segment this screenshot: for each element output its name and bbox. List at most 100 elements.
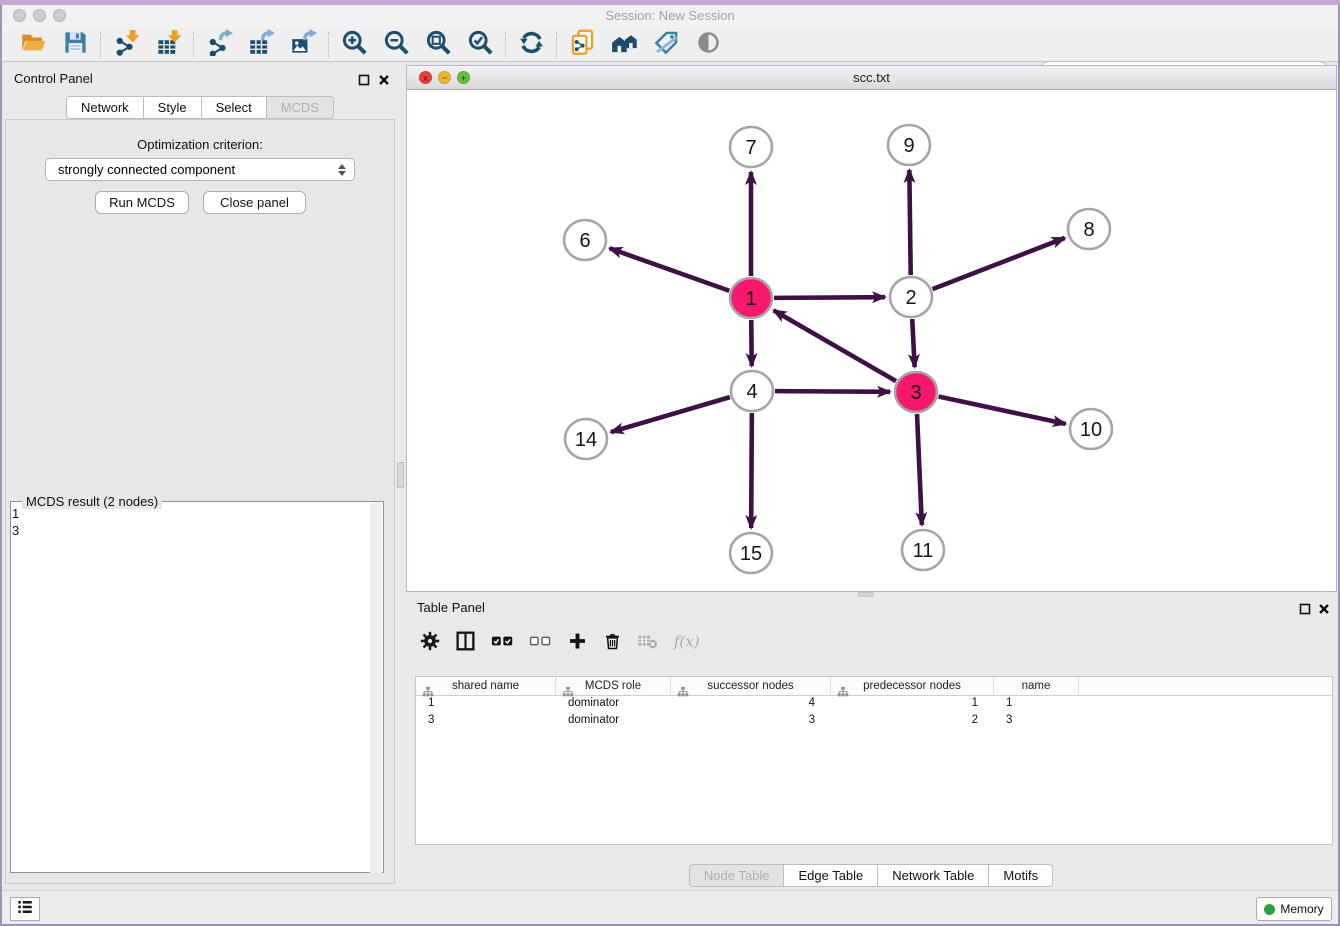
table-panel-close-icon[interactable]	[1318, 602, 1331, 615]
add-column-button[interactable]	[567, 630, 588, 656]
open-folder-icon	[20, 29, 47, 61]
tab-network-table[interactable]: Network Table	[878, 864, 989, 887]
control-panel-close-icon[interactable]	[378, 73, 391, 86]
node-label: 15	[740, 543, 762, 565]
cell-name: 3	[994, 713, 1079, 730]
open-folder-button[interactable]	[17, 30, 49, 60]
delete-table-icon	[637, 629, 658, 658]
result-scrollbar[interactable]	[370, 503, 382, 873]
table-row[interactable]: 3dominator323	[416, 713, 1332, 730]
network-window-title: scc.txt	[407, 70, 1336, 85]
node-6[interactable]: 6	[564, 220, 606, 260]
edge-1-6[interactable]	[610, 248, 730, 290]
zoom-fit-button[interactable]	[422, 30, 454, 60]
node-3[interactable]: 3	[895, 372, 937, 412]
node-8[interactable]: 8	[1068, 209, 1110, 249]
criterion-select[interactable]: strongly connected component	[45, 158, 355, 181]
edge-2-3[interactable]	[912, 319, 914, 367]
tab-select[interactable]: Select	[202, 96, 267, 119]
close-panel-button[interactable]: Close panel	[203, 191, 306, 214]
gear-icon	[420, 629, 440, 658]
tab-node-table[interactable]: Node Table	[689, 864, 785, 887]
zoom-selected-button[interactable]	[464, 30, 496, 60]
export-network-button[interactable]	[203, 30, 235, 60]
refresh-button[interactable]	[515, 30, 547, 60]
gear-button[interactable]	[420, 630, 440, 656]
import-table-button[interactable]	[152, 30, 184, 60]
columns-button[interactable]	[455, 630, 476, 656]
main-toolbar	[0, 28, 1340, 62]
memory-button[interactable]: Memory	[1256, 897, 1332, 921]
eye-button[interactable]	[692, 30, 724, 60]
vertical-splitter-grip[interactable]	[397, 462, 404, 488]
tab-edge-table[interactable]: Edge Table	[784, 864, 878, 887]
cell-name: 1	[994, 696, 1079, 713]
edge-4-15[interactable]	[751, 413, 752, 528]
node-10[interactable]: 10	[1070, 409, 1112, 449]
select-all-button[interactable]	[491, 630, 514, 656]
control-panel-float-icon[interactable]	[358, 73, 371, 86]
window-top-strip	[0, 0, 1340, 5]
column-header-filler	[1079, 677, 1332, 695]
node-2[interactable]: 2	[890, 277, 932, 317]
node-label: 9	[903, 135, 914, 157]
tab-network[interactable]: Network	[66, 96, 144, 119]
mcds-result-lines: 13	[12, 505, 19, 539]
save-button[interactable]	[59, 30, 91, 60]
tab-motifs[interactable]: Motifs	[989, 864, 1053, 887]
edge-1-2[interactable]	[774, 297, 885, 298]
save-icon	[62, 29, 89, 61]
node-1[interactable]: 1	[730, 278, 772, 318]
export-image-button[interactable]	[287, 30, 319, 60]
network-window-titlebar: x − + scc.txt	[407, 66, 1336, 90]
memory-label: Memory	[1280, 902, 1323, 916]
tab-mcds[interactable]: MCDS	[267, 96, 334, 119]
edge-3-10[interactable]	[939, 397, 1066, 424]
delete-column-button[interactable]	[603, 630, 622, 656]
column-header-name[interactable]: name	[994, 677, 1079, 695]
node-label: 3	[910, 382, 921, 404]
table-row[interactable]: 1dominator411	[416, 696, 1332, 713]
window-title: Session: New Session	[0, 8, 1340, 23]
export-table-button[interactable]	[245, 30, 277, 60]
edge-4-14[interactable]	[611, 397, 730, 432]
import-network-icon	[113, 29, 140, 61]
horizontal-splitter-grip[interactable]	[858, 592, 874, 597]
run-mcds-button[interactable]: Run MCDS	[95, 191, 189, 214]
column-header-successor-nodes[interactable]: successor nodes	[671, 677, 831, 695]
chevron-updown-icon	[338, 164, 346, 176]
node-4[interactable]: 4	[731, 371, 773, 411]
zoom-out-button[interactable]	[380, 30, 412, 60]
duplicate-network-button[interactable]	[566, 30, 598, 60]
node-label: 2	[905, 287, 916, 309]
column-header-MCDS-role[interactable]: MCDS role	[556, 677, 671, 695]
cell-shared-name: 3	[416, 713, 556, 730]
deselect-all-button[interactable]	[529, 630, 552, 656]
column-header-shared-name[interactable]: shared name	[416, 677, 556, 695]
zoom-fit-icon	[425, 29, 452, 61]
hide-labels-button[interactable]	[650, 30, 682, 60]
node-7[interactable]: 7	[730, 127, 772, 167]
edge-2-8[interactable]	[932, 238, 1064, 289]
edge-3-11[interactable]	[917, 414, 922, 525]
optimization-criterion-label: Optimization criterion:	[0, 137, 400, 152]
column-header-label: successor nodes	[707, 680, 793, 692]
node-11[interactable]: 11	[902, 530, 944, 570]
node-9[interactable]: 9	[888, 125, 930, 165]
node-label: 6	[579, 230, 590, 252]
tab-style[interactable]: Style	[144, 96, 202, 119]
home-button[interactable]	[608, 30, 640, 60]
edge-3-1[interactable]	[774, 310, 896, 381]
table-panel-float-icon[interactable]	[1299, 602, 1312, 615]
automation-panel-button[interactable]	[10, 897, 40, 921]
column-header-predecessor-nodes[interactable]: predecessor nodes	[831, 677, 994, 695]
edge-2-9[interactable]	[909, 170, 910, 275]
columns-icon	[455, 629, 476, 658]
zoom-in-button[interactable]	[338, 30, 370, 60]
import-network-button[interactable]	[110, 30, 142, 60]
memory-status-dot	[1264, 904, 1275, 915]
node-14[interactable]: 14	[565, 419, 607, 459]
network-canvas[interactable]: 7 9 6 8 1 2 4 3 14 10 15 11	[407, 90, 1336, 591]
node-15[interactable]: 15	[730, 533, 772, 573]
edge-4-3[interactable]	[775, 391, 890, 392]
